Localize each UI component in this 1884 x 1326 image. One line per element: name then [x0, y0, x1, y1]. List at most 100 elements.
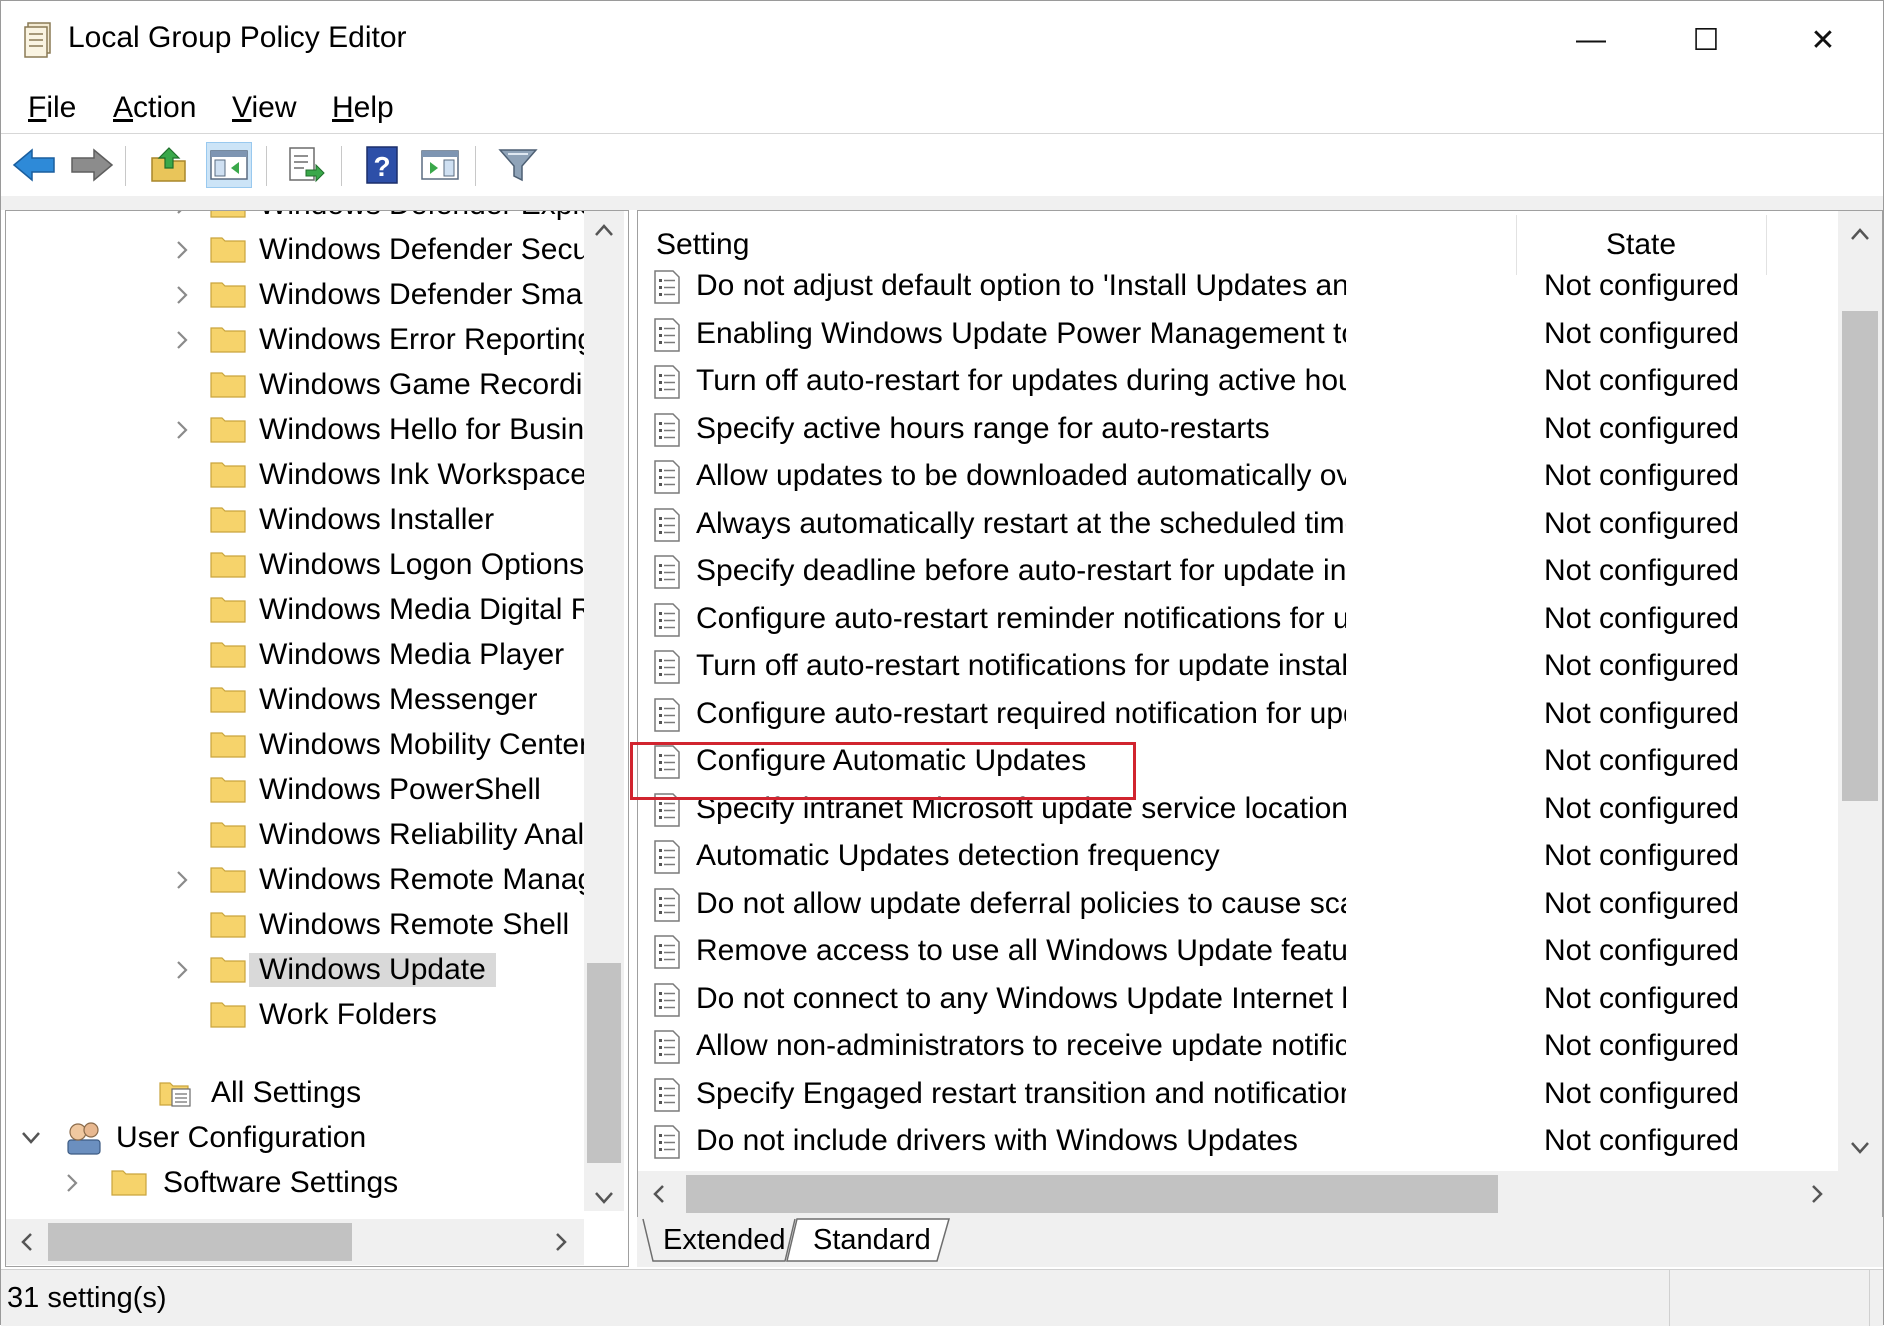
tree-scroll-thumb[interactable] [587, 963, 621, 1163]
tree-item[interactable]: Windows Messenger [6, 678, 584, 722]
scroll-up-arrow-icon[interactable] [594, 223, 614, 237]
folder-icon [210, 552, 246, 578]
close-button[interactable]: ✕ [1783, 15, 1863, 65]
show-hide-action-pane-button[interactable] [417, 142, 463, 188]
tree-item[interactable]: Windows PowerShell [6, 768, 584, 812]
list-horizontal-scrollbar[interactable] [638, 1171, 1882, 1217]
folder-icon [210, 822, 246, 848]
tree-item[interactable]: Windows Game Recordin [6, 363, 584, 407]
chevron-down-icon[interactable] [21, 1128, 41, 1148]
policy-row[interactable]: Do not allow update deferral policies to… [638, 881, 1838, 928]
tree-item[interactable]: Windows Remote Shell [6, 903, 584, 947]
chevron-right-icon[interactable] [172, 870, 192, 890]
tree-horizontal-scrollbar[interactable] [6, 1219, 584, 1265]
tree-item[interactable]: Windows Defender Smart [6, 273, 584, 317]
tree-vertical-scrollbar[interactable] [584, 211, 624, 1211]
policy-row[interactable]: Enabling Windows Update Power Management… [638, 311, 1838, 358]
scroll-right-arrow-icon[interactable] [554, 1232, 568, 1252]
filter-options-button[interactable] [495, 142, 541, 188]
tree-item-label: Windows Reliability Analy [259, 818, 584, 851]
tree-item[interactable]: Work Folders [6, 993, 584, 1037]
policy-name: Do not allow update deferral policies to… [696, 886, 1346, 920]
tree-item[interactable]: Windows Error Reporting [6, 318, 584, 362]
policy-row[interactable]: Do not include drivers with Windows Upda… [638, 1118, 1838, 1165]
policy-row[interactable]: Configure auto-restart reminder notifica… [638, 596, 1838, 643]
help-button[interactable]: ? [359, 142, 405, 188]
policy-name: Specify Engaged restart transition and n… [696, 1076, 1346, 1110]
tree-item[interactable]: Windows Update [6, 948, 584, 992]
policy-row[interactable]: Specify active hours range for auto-rest… [638, 406, 1838, 453]
tree-item-label: Windows Remote Shell [259, 908, 570, 941]
back-button[interactable] [11, 142, 57, 188]
scroll-left-arrow-icon[interactable] [20, 1232, 34, 1252]
chevron-right-icon[interactable] [172, 240, 192, 260]
tree-item[interactable]: Windows Defender Securi [6, 228, 584, 272]
minimize-button[interactable]: — [1551, 15, 1631, 65]
show-hide-console-tree-button[interactable] [206, 142, 252, 188]
menu-file[interactable]: File [28, 91, 76, 125]
tab-standard[interactable]: Standard [813, 1217, 931, 1263]
policy-row[interactable]: Turn off auto-restart notifications for … [638, 643, 1838, 690]
scroll-up-arrow-icon[interactable] [1850, 227, 1870, 241]
tree-item[interactable]: Windows Logon Options [6, 543, 584, 587]
policy-state: Not configured [1544, 886, 1740, 920]
export-list-button[interactable] [283, 142, 329, 188]
policy-row[interactable]: Remove access to use all Windows Update … [638, 928, 1838, 975]
tree-item[interactable]: Windows Installer [6, 498, 584, 542]
tree-item[interactable]: Windows Defender Exploi [6, 211, 584, 227]
tree-item[interactable]: Windows Hello for Busine [6, 408, 584, 452]
tree-item[interactable]: Windows Media Player [6, 633, 584, 677]
policy-setting-icon [654, 935, 680, 969]
list-hscroll-thumb[interactable] [686, 1175, 1498, 1213]
policy-name: Allow updates to be downloaded automatic… [696, 459, 1346, 492]
tree-hscroll-thumb[interactable] [48, 1223, 352, 1261]
tree-item[interactable]: Windows Reliability Analy [6, 813, 584, 857]
scroll-down-arrow-icon[interactable] [1850, 1141, 1870, 1155]
policy-row[interactable]: Specify deadline before auto-restart for… [638, 548, 1838, 595]
tree-item-label: Windows Defender Exploi [259, 211, 584, 222]
tab-extended[interactable]: Extended [663, 1217, 786, 1263]
chevron-right-icon[interactable] [172, 960, 192, 980]
chevron-right-icon[interactable] [172, 420, 192, 440]
tree-item-all-settings[interactable]: All Settings [6, 1071, 584, 1115]
policy-row[interactable]: Automatic Updates detection frequency Not… [638, 833, 1838, 880]
policy-row[interactable]: Always automatically restart at the sche… [638, 501, 1838, 548]
forward-button[interactable] [69, 142, 115, 188]
tree-item[interactable]: Windows Ink Workspace [6, 453, 584, 497]
policy-row[interactable]: Allow updates to be downloaded automatic… [638, 453, 1838, 500]
tree-item-label: Windows Game Recordin [259, 368, 584, 401]
tree-item-label: Windows Installer [259, 503, 495, 536]
policy-row[interactable]: Allow non-administrators to receive upda… [638, 1023, 1838, 1070]
scroll-down-arrow-icon[interactable] [594, 1191, 614, 1205]
policy-row[interactable]: Configure auto-restart required notifica… [638, 691, 1838, 738]
maximize-button[interactable]: ☐ [1666, 15, 1746, 65]
tree-item[interactable]: Windows Media Digital R [6, 588, 584, 632]
view-tabs: Extended Standard [637, 1217, 1883, 1267]
policy-row[interactable]: Do not adjust default option to 'Install… [638, 263, 1838, 310]
tree-item[interactable]: Windows Remote Manag [6, 858, 584, 902]
policy-state: Not configured [1544, 744, 1740, 777]
chevron-right-icon[interactable] [172, 330, 192, 350]
tree-item-user-configuration[interactable]: User Configuration [6, 1116, 584, 1160]
menu-action[interactable]: Action [113, 91, 196, 125]
status-setting-count: 31 setting(s) [7, 1282, 167, 1314]
chevron-right-icon[interactable] [172, 285, 192, 305]
list-vertical-scrollbar[interactable] [1838, 211, 1882, 1171]
menu-view[interactable]: View [232, 91, 296, 125]
chevron-right-icon[interactable] [172, 211, 192, 215]
up-one-level-button[interactable] [146, 142, 192, 188]
menu-help[interactable]: Help [332, 91, 394, 125]
chevron-right-icon[interactable] [62, 1173, 82, 1193]
list-scroll-thumb[interactable] [1842, 311, 1878, 801]
folder-icon [111, 1170, 147, 1196]
folder-icon [210, 1002, 246, 1028]
tree-item[interactable]: Windows Mobility Center [6, 723, 584, 767]
policy-row[interactable]: Specify Engaged restart transition and n… [638, 1071, 1838, 1118]
scroll-left-arrow-icon[interactable] [652, 1184, 666, 1204]
tree-item-software-settings[interactable]: Software Settings [6, 1161, 584, 1205]
policy-row[interactable]: Do not connect to any Windows Update Int… [638, 976, 1838, 1023]
scroll-right-arrow-icon[interactable] [1810, 1184, 1824, 1204]
policy-row[interactable]: Turn off auto-restart for updates during… [638, 358, 1838, 405]
console-tree-icon [210, 150, 248, 180]
policy-name: Do not connect to any Windows Update Int… [696, 981, 1346, 1015]
